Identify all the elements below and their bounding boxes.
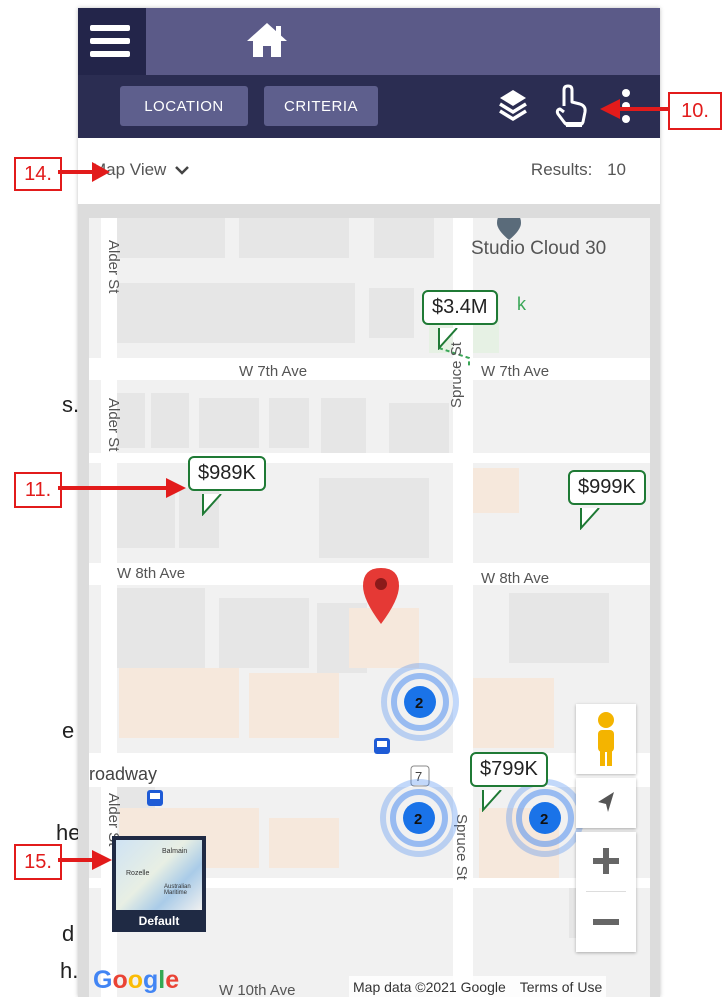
criteria-button[interactable]: CRITERIA (264, 86, 378, 126)
street-label: W 8th Ave (481, 570, 549, 587)
cluster-marker[interactable]: 2 (506, 779, 584, 857)
navigation-arrow-icon (598, 792, 614, 812)
doc-text-fragment: e (62, 718, 75, 743)
zoom-controls (576, 832, 636, 952)
toolbar: LOCATION CRITERIA (78, 75, 660, 138)
annotation-arrow (600, 99, 668, 119)
nav-header (146, 8, 660, 75)
street-label: Broadway (89, 764, 157, 784)
map[interactable]: Alder St Alder St Alder St W 7th Ave W 7… (89, 218, 650, 997)
results-label: Results: (530, 160, 593, 179)
google-logo: Google (93, 966, 180, 994)
zoom-out-button[interactable] (576, 892, 636, 952)
view-bar: Map View Results: 10 (78, 138, 660, 205)
street-label: Spruce St (448, 341, 465, 408)
map-type-label: Default (138, 914, 180, 928)
doc-text-fragment: h. (60, 958, 79, 983)
annotation-label: 10. (668, 92, 722, 130)
attribution-text: Map data ©2021 Google (353, 979, 506, 995)
map-attribution: Map data ©2021 Google Terms of Use (349, 976, 607, 997)
svg-text:2: 2 (415, 695, 423, 712)
price-marker-tail (482, 790, 502, 812)
app-screen: LOCATION CRITERIA Map View Results: 10 A… (78, 8, 660, 997)
poi-label[interactable]: Studio Cloud 30 (471, 238, 606, 259)
doc-text-fragment: s. (62, 392, 80, 417)
my-location-button[interactable] (576, 778, 636, 828)
thumb-label: Balmain (162, 848, 188, 855)
results-count: Results: 10 (531, 160, 626, 180)
results-value: 10 (607, 160, 626, 179)
thumb-label: Rozelle (126, 870, 150, 877)
top-nav-bar (78, 8, 660, 75)
park-label: k (517, 294, 527, 314)
bus-stop-icon[interactable] (147, 790, 163, 806)
street-label: W 7th Ave (481, 363, 549, 380)
street-label: W 8th Ave (117, 565, 185, 582)
street-label: W 7th Ave (239, 363, 307, 380)
cluster-marker[interactable]: 2 (381, 663, 459, 741)
doc-text-fragment: he (56, 820, 81, 845)
price-marker-tail (580, 508, 600, 530)
annotation-label: 15. (14, 844, 62, 880)
terms-link[interactable]: Terms of Use (520, 979, 602, 995)
svg-text:2: 2 (540, 811, 548, 828)
annotation-arrow (58, 850, 112, 870)
hamburger-menu-icon (90, 25, 130, 58)
hand-pointer-icon[interactable] (552, 84, 592, 133)
zoom-in-button[interactable] (576, 832, 636, 890)
thumb-label: Australian Maritime (164, 884, 191, 896)
price-marker[interactable]: $999K (568, 470, 646, 505)
street-view-pegman-icon[interactable] (576, 704, 636, 774)
annotation-label: 11. (14, 472, 62, 508)
street-label: W 10th Ave (219, 982, 295, 997)
svg-text:2: 2 (414, 811, 422, 828)
minus-icon (593, 919, 619, 925)
map-type-selector[interactable]: Balmain Rozelle Australian Maritime Defa… (112, 836, 206, 932)
location-button[interactable]: LOCATION (120, 86, 248, 126)
menu-button[interactable] (78, 8, 146, 75)
price-marker-tail (438, 328, 458, 350)
price-marker[interactable]: $989K (188, 456, 266, 491)
cluster-marker[interactable]: 2 (380, 779, 458, 857)
map-container: Alder St Alder St Alder St W 7th Ave W 7… (78, 204, 660, 997)
price-marker[interactable]: $3.4M (422, 290, 498, 325)
annotation-arrow (58, 478, 186, 498)
annotation-label: 14. (14, 157, 62, 191)
doc-text-fragment: d (62, 921, 75, 946)
annotation-arrow (58, 162, 110, 182)
price-marker-tail (202, 494, 222, 516)
street-label: Alder St (105, 240, 122, 294)
price-marker[interactable]: $799K (470, 752, 548, 787)
chevron-down-icon (175, 161, 189, 181)
layers-icon[interactable] (498, 88, 528, 127)
map-type-thumbnail: Balmain Rozelle Australian Maritime (116, 840, 202, 910)
street-label: Alder St (105, 398, 122, 452)
plus-icon (593, 848, 619, 874)
bus-stop-icon[interactable] (374, 738, 390, 754)
home-icon[interactable] (244, 20, 290, 65)
